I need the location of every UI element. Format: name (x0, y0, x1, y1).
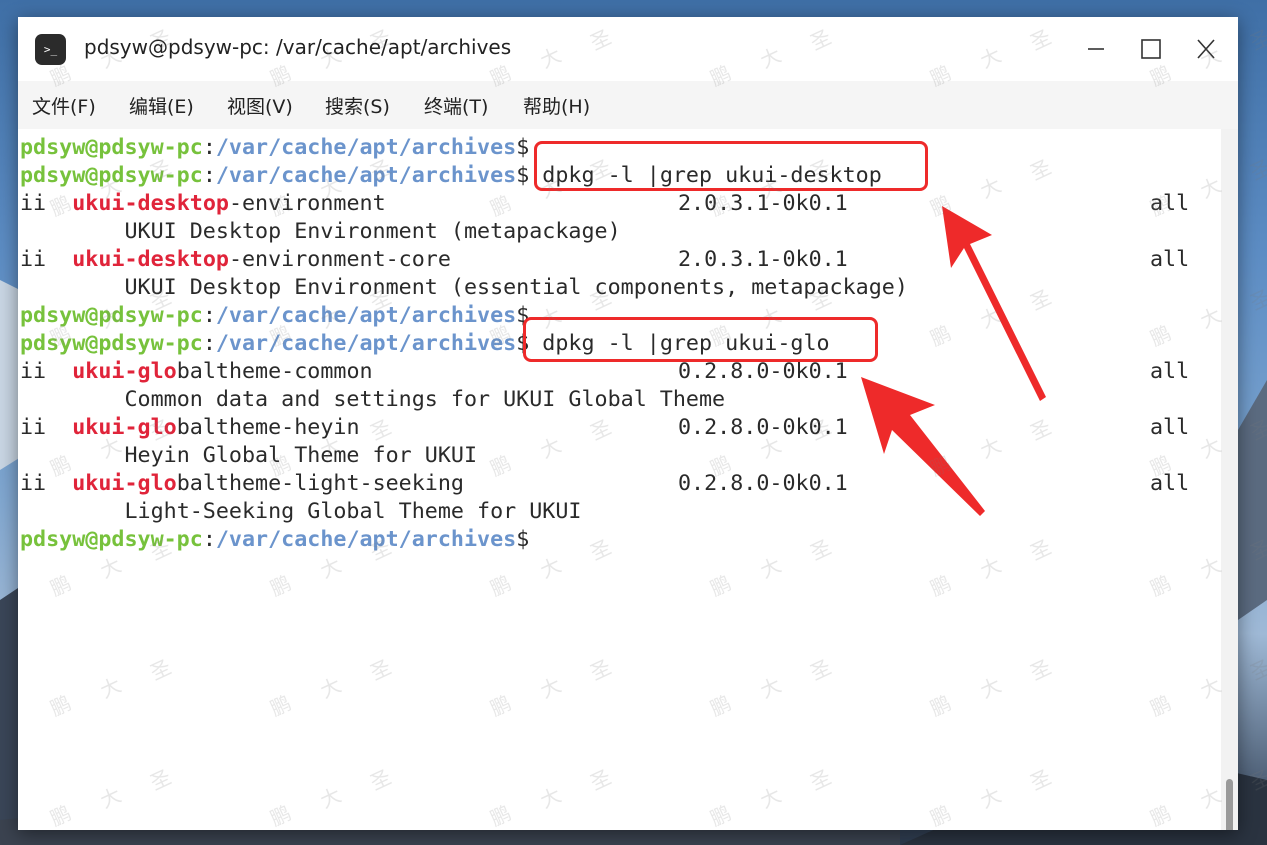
prompt-line: pdsyw@pdsyw-pc:/var/cache/apt/archives$ (20, 527, 530, 552)
menu-search[interactable]: 搜索(S) (325, 92, 390, 119)
package-row: ii ukui-globaltheme-light-seeking 0.2.8.0… (20, 471, 1190, 496)
scrollbar-thumb[interactable] (1226, 779, 1233, 830)
minimize-button[interactable] (1076, 31, 1116, 67)
terminal-window: >_ pdsyw@pdsyw-pc: /var/cache/apt/archiv… (18, 17, 1238, 830)
menu-edit[interactable]: 编辑(E) (129, 92, 194, 119)
menu-terminal[interactable]: 终端(T) (424, 92, 488, 119)
vertical-scrollbar[interactable] (1221, 129, 1238, 830)
highlight-box-command-2 (523, 317, 878, 362)
package-description: Light-Seeking Global Theme for UKUI (124, 499, 582, 524)
menu-file[interactable]: 文件(F) (32, 92, 96, 119)
maximize-icon (1141, 39, 1161, 59)
prompt-line: pdsyw@pdsyw-pc:/var/cache/apt/archives$ (20, 303, 530, 328)
package-description: UKUI Desktop Environment (metapackage) (124, 219, 621, 244)
menu-help[interactable]: 帮助(H) (523, 92, 590, 119)
package-row: ii ukui-globaltheme-common 0.2.8.0-0k0.1 a… (20, 359, 1190, 384)
menu-bar: 文件(F) 编辑(E) 视图(V) 搜索(S) 终端(T) 帮助(H) (18, 81, 1238, 130)
menu-view[interactable]: 视图(V) (227, 92, 293, 119)
package-description: UKUI Desktop Environment (essential comp… (124, 275, 908, 300)
highlight-box-command-1 (534, 141, 928, 191)
package-row: ii ukui-desktop-environment-core 2.0.3.1-… (20, 247, 1190, 272)
close-button[interactable] (1186, 31, 1226, 67)
maximize-button[interactable] (1131, 31, 1171, 67)
terminal-output[interactable]: pdsyw@pdsyw-pc:/var/cache/apt/archives$ … (18, 129, 1221, 830)
package-description: Common data and settings for UKUI Global… (124, 387, 726, 412)
package-row: ii ukui-globaltheme-heyin 0.2.8.0-0k0.1 al… (20, 415, 1190, 440)
terminal-app-icon: >_ (35, 34, 66, 65)
package-description: Heyin Global Theme for UKUI (124, 443, 478, 468)
package-row: ii ukui-desktop-environment 2.0.3.1-0k0.1… (20, 191, 1190, 216)
close-icon (1197, 39, 1215, 59)
minimize-icon (1088, 48, 1104, 50)
window-title: pdsyw@pdsyw-pc: /var/cache/apt/archives (84, 35, 512, 59)
prompt-line: pdsyw@pdsyw-pc:/var/cache/apt/archives$ (20, 135, 530, 160)
title-bar[interactable]: >_ pdsyw@pdsyw-pc: /var/cache/apt/archiv… (18, 17, 1238, 81)
